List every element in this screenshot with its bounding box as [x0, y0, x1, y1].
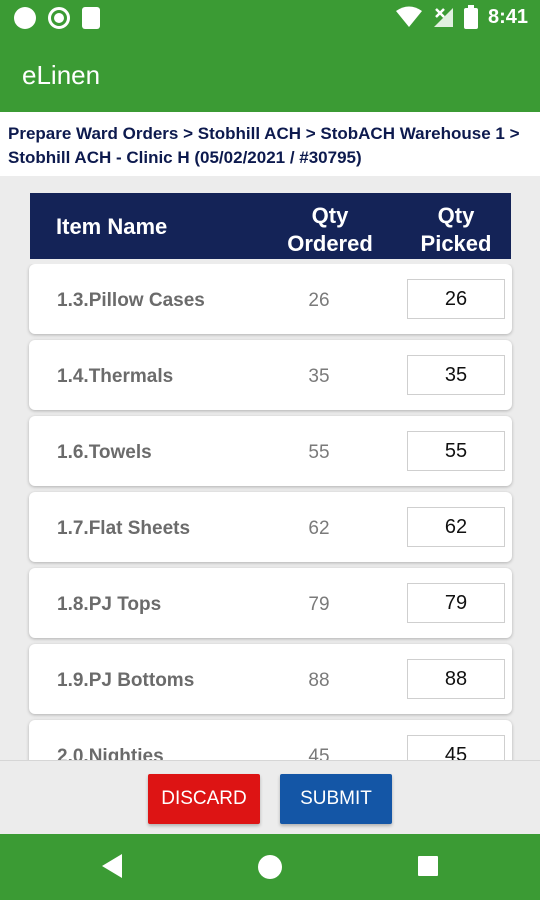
item-name: 1.7.Flat Sheets	[57, 518, 191, 539]
item-name: 1.8.PJ Tops	[57, 594, 162, 615]
list-item: 1.6.Towels 55	[29, 416, 512, 486]
order-items-list[interactable]: 1.3.Pillow Cases 26 1.4.Thermals 35 1.6.…	[0, 264, 540, 760]
action-bar: DISCARD SUBMIT	[0, 760, 540, 834]
notification-dot-icon	[14, 7, 36, 29]
submit-button[interactable]: SUBMIT	[280, 774, 392, 824]
battery-icon	[463, 5, 478, 29]
item-qty-ordered: 26	[308, 290, 330, 311]
item-qty-ordered: 35	[308, 366, 330, 387]
qty-picked-input[interactable]	[407, 583, 505, 623]
back-icon[interactable]	[102, 854, 122, 878]
list-item: 1.7.Flat Sheets 62	[29, 492, 512, 562]
item-qty-ordered: 79	[308, 594, 330, 615]
item-qty-ordered: 45	[308, 746, 330, 760]
qty-picked-input[interactable]	[407, 279, 505, 319]
breadcrumb: Prepare Ward Orders > Stobhill ACH > Sto…	[0, 112, 540, 176]
item-qty-ordered: 62	[308, 518, 330, 539]
status-bar: 8:41	[0, 0, 540, 36]
qty-picked-input[interactable]	[407, 735, 505, 760]
discard-button[interactable]: DISCARD	[148, 774, 260, 824]
list-item: 1.4.Thermals 35	[29, 340, 512, 410]
status-time: 8:41	[487, 5, 528, 28]
sd-card-icon	[82, 7, 100, 29]
qty-picked-input[interactable]	[407, 431, 505, 471]
item-name: 1.4.Thermals	[57, 366, 174, 387]
home-icon[interactable]	[258, 855, 282, 879]
app-bar: eLinen	[0, 36, 540, 112]
item-qty-ordered: 88	[308, 670, 330, 691]
item-name: 1.9.PJ Bottoms	[57, 670, 195, 691]
signal-off-icon	[433, 8, 453, 27]
list-item: 2.0.Nighties 45	[29, 720, 512, 760]
qty-picked-input[interactable]	[407, 659, 505, 699]
list-item: 1.8.PJ Tops 79	[29, 568, 512, 638]
wifi-icon	[395, 6, 422, 27]
app-title: eLinen	[22, 60, 101, 90]
qty-picked-input[interactable]	[407, 355, 505, 395]
item-name: 2.0.Nighties	[57, 746, 164, 760]
item-name: 1.6.Towels	[57, 442, 152, 463]
item-qty-ordered: 55	[308, 442, 330, 463]
header-qty-ordered: Qty Ordered	[287, 203, 373, 256]
item-name: 1.3.Pillow Cases	[57, 290, 205, 311]
recents-icon[interactable]	[418, 856, 438, 876]
navigation-bar	[0, 834, 540, 900]
table-header: Item Name Qty Ordered Qty Picked	[30, 193, 511, 259]
list-item: 1.3.Pillow Cases 26	[29, 264, 512, 334]
qty-picked-input[interactable]	[407, 507, 505, 547]
header-qty-picked: Qty Picked	[420, 203, 492, 256]
header-item-name: Item Name	[56, 214, 168, 239]
notification-ring-icon	[48, 7, 70, 29]
list-item: 1.9.PJ Bottoms 88	[29, 644, 512, 714]
